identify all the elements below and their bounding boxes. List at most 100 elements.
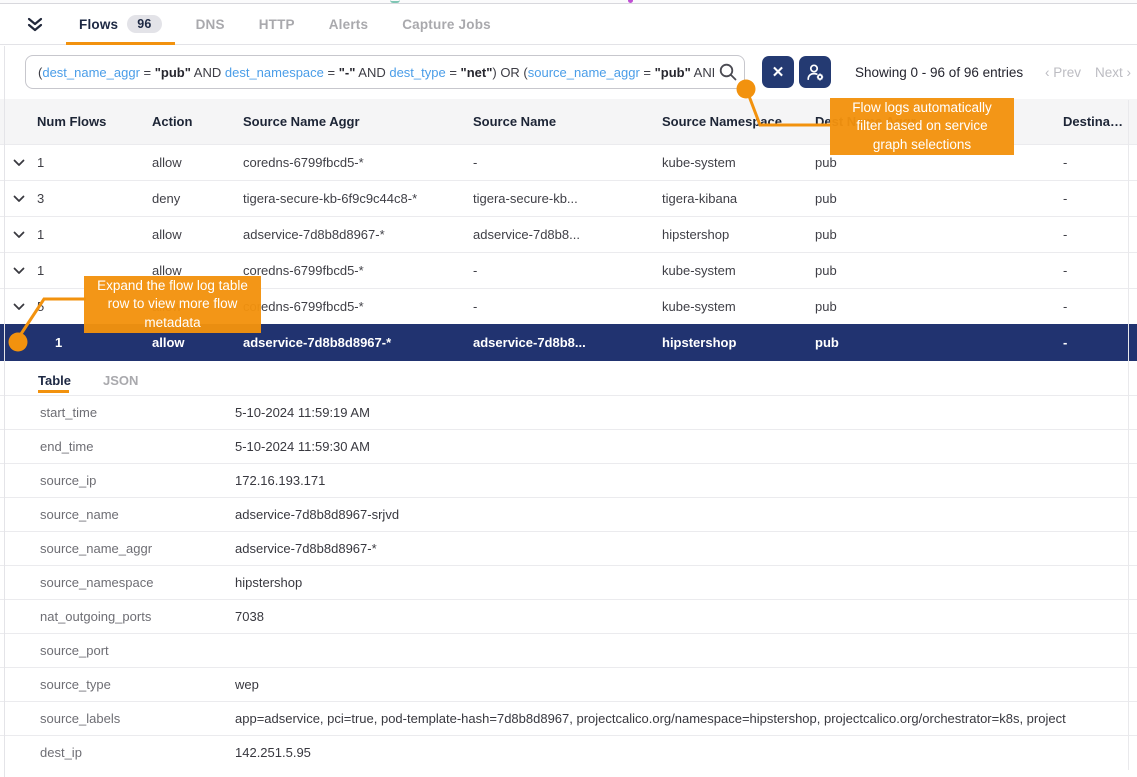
field-key: source_name <box>0 507 235 522</box>
log-type-tab[interactable]: Alerts <box>312 4 385 44</box>
field-value: hipstershop <box>235 575 1137 590</box>
field-key: start_time <box>0 405 235 420</box>
graph-edge-fragment-purple <box>628 0 633 3</box>
clear-filter-button[interactable]: ✕ <box>762 56 794 88</box>
detail-field-row: source_type wep <box>0 667 1137 701</box>
cell-dest-name-aggr: pub <box>815 155 1063 170</box>
column-header[interactable]: Source Name Aggr <box>243 113 473 131</box>
detail-field-row: source_port <box>0 633 1137 667</box>
detail-field-row: source_ip 172.16.193.171 <box>0 463 1137 497</box>
column-header[interactable] <box>0 113 37 131</box>
cell-num-flows: 1 <box>37 227 152 242</box>
row-expander[interactable] <box>0 159 37 167</box>
row-expander[interactable] <box>0 195 37 203</box>
field-value: wep <box>235 677 1137 692</box>
next-page-button[interactable]: Next › <box>1095 65 1131 80</box>
cell-dest-name-aggr: pub <box>815 227 1063 242</box>
cell-source-namespace: hipstershop <box>662 227 815 242</box>
column-header[interactable]: Num Flows <box>37 113 152 131</box>
cell-dest-name-aggr: pub <box>815 299 1063 314</box>
collapse-panel-icon[interactable] <box>22 11 48 37</box>
query-filter-input[interactable]: (dest_name_aggr = "pub" AND dest_namespa… <box>25 55 745 89</box>
chevron-down-icon <box>13 195 25 203</box>
cell-action: allow <box>152 227 243 242</box>
field-key: source_labels <box>0 711 235 726</box>
log-type-tab[interactable]: Flows 96 <box>62 4 179 44</box>
column-header[interactable]: Action <box>152 113 243 131</box>
column-header[interactable]: Destination Name <box>1063 113 1137 131</box>
cell-destination-name: - <box>1063 335 1137 350</box>
tab-count-badge: 96 <box>127 15 161 33</box>
cell-destination-name: - <box>1063 263 1137 278</box>
tab-label: DNS <box>196 17 225 32</box>
flow-table-row[interactable]: 1 allow adservice-7d8b8d8967-* adservice… <box>0 216 1137 252</box>
detail-tab[interactable]: Table <box>38 373 71 395</box>
field-value: adservice-7d8b8d8967-srjvd <box>235 507 1137 522</box>
tab-list: Flows 96 DNS HTTP Alerts <box>62 4 508 44</box>
log-type-tabbar: Flows 96 DNS HTTP Alerts <box>0 4 1137 45</box>
row-expander[interactable] <box>0 267 37 275</box>
panel-left-border <box>4 46 5 777</box>
field-key: dest_ip <box>0 745 235 760</box>
cell-destination-name: - <box>1063 155 1137 170</box>
panel-right-border <box>1128 100 1129 770</box>
field-value: app=adservice, pci=true, pod-template-ha… <box>235 711 1137 726</box>
detail-field-row: source_labels app=adservice, pci=true, p… <box>0 701 1137 735</box>
tab-label: Capture Jobs <box>402 17 491 32</box>
field-value: 5-10-2024 11:59:30 AM <box>235 439 1137 454</box>
detail-field-row: nat_outgoing_ports 7038 <box>0 599 1137 633</box>
cell-source-name: adservice-7d8b8... <box>473 335 662 350</box>
filter-bar: (dest_name_aggr = "pub" AND dest_namespa… <box>0 45 1137 99</box>
cell-source-namespace: kube-system <box>662 155 815 170</box>
log-type-tab[interactable]: HTTP <box>242 4 312 44</box>
cell-source-name: - <box>473 263 662 278</box>
field-key: source_ip <box>0 473 235 488</box>
column-header[interactable]: Source Name <box>473 113 662 131</box>
cell-source-name: - <box>473 299 662 314</box>
chevron-down-icon <box>13 303 25 311</box>
row-expander[interactable] <box>0 231 37 239</box>
prev-page-button[interactable]: ‹ Prev <box>1045 65 1081 80</box>
cell-action: deny <box>152 191 243 206</box>
cell-source-namespace: kube-system <box>662 299 815 314</box>
column-header[interactable]: Source Namespace <box>662 113 815 131</box>
query-text: (dest_name_aggr = "pub" AND dest_namespa… <box>38 65 714 80</box>
chevron-down-icon <box>13 231 25 239</box>
detail-field-row: source_name adservice-7d8b8d8967-srjvd <box>0 497 1137 531</box>
tab-label: HTTP <box>259 17 295 32</box>
search-icon[interactable] <box>718 62 738 87</box>
cell-source-name-aggr: coredns-6799fbcd5-* <box>243 155 473 170</box>
log-type-tab[interactable]: Capture Jobs <box>385 4 508 44</box>
chevron-down-icon <box>13 267 25 275</box>
cell-source-name-aggr: adservice-7d8b8d8967-* <box>243 335 473 350</box>
graph-edge-fragment-teal <box>390 0 400 3</box>
detail-field-row: source_namespace hipstershop <box>0 565 1137 599</box>
row-expander[interactable] <box>0 303 37 311</box>
detail-field-list: start_time 5-10-2024 11:59:19 AM end_tim… <box>0 395 1137 769</box>
cell-action: allow <box>152 155 243 170</box>
flow-table-row[interactable]: 3 deny tigera-secure-kb-6f9c9c44c8-* tig… <box>0 180 1137 216</box>
user-settings-button[interactable] <box>799 56 831 88</box>
log-type-tab[interactable]: DNS <box>179 4 242 44</box>
field-value: adservice-7d8b8d8967-* <box>235 541 1137 556</box>
field-value: 5-10-2024 11:59:19 AM <box>235 405 1137 420</box>
detail-tab[interactable]: JSON <box>103 373 138 395</box>
detail-field-row: dest_ip 142.251.5.95 <box>0 735 1137 769</box>
cell-source-namespace: tigera-kibana <box>662 191 815 206</box>
pager: ‹ Prev Next › <box>1045 65 1131 80</box>
row-expander[interactable] <box>0 339 37 347</box>
field-key: source_name_aggr <box>0 541 235 556</box>
tab-label: Alerts <box>329 17 368 32</box>
entries-count-text: Showing 0 - 96 of 96 entries <box>855 65 1023 80</box>
cell-source-name-aggr: adservice-7d8b8d8967-* <box>243 227 473 242</box>
callout-filter-hint: Flow logs automatically filter based on … <box>830 98 1014 155</box>
cell-destination-name: - <box>1063 227 1137 242</box>
field-key: end_time <box>0 439 235 454</box>
field-key: nat_outgoing_ports <box>0 609 235 624</box>
detail-field-row: start_time 5-10-2024 11:59:19 AM <box>0 395 1137 429</box>
flow-logs-panel: Flows 96 DNS HTTP Alerts <box>0 0 1137 777</box>
field-value: 172.16.193.171 <box>235 473 1137 488</box>
cell-source-name: tigera-secure-kb... <box>473 191 662 206</box>
detail-field-row: source_name_aggr adservice-7d8b8d8967-* <box>0 531 1137 565</box>
cell-destination-name: - <box>1063 191 1137 206</box>
